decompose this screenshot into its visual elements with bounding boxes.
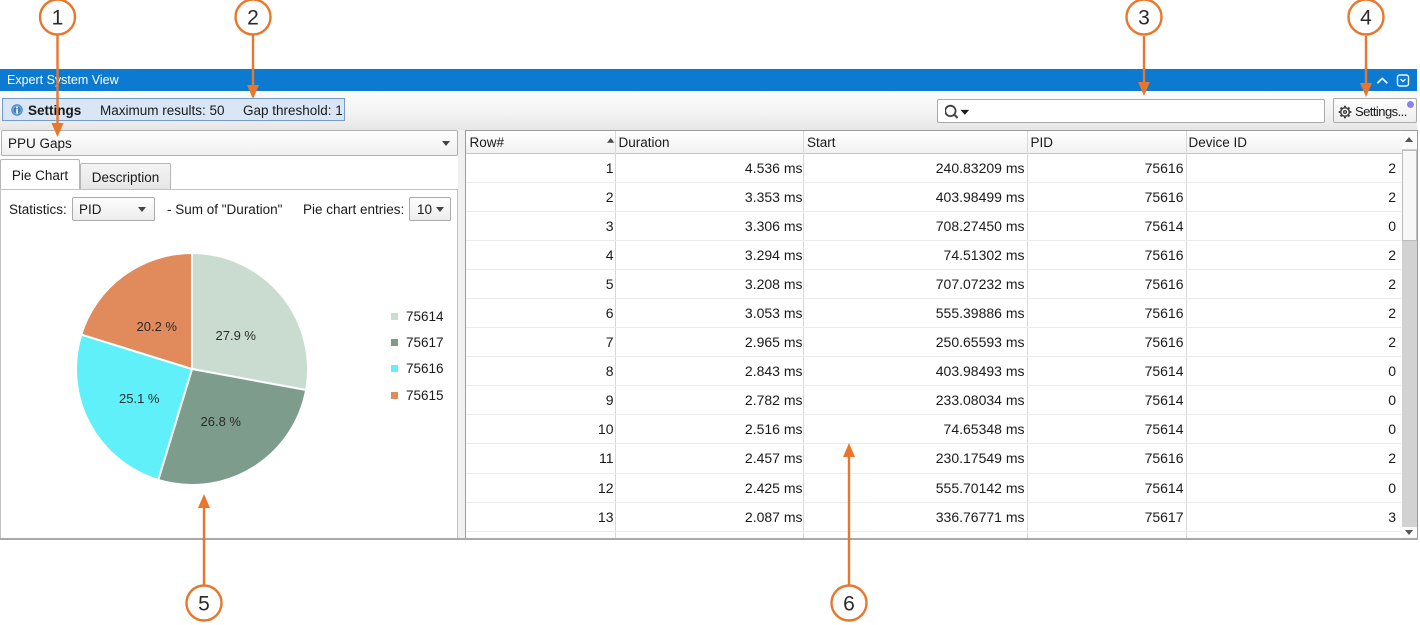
svg-text:4: 4 <box>1360 7 1372 30</box>
svg-text:2: 2 <box>247 7 259 30</box>
svg-text:1: 1 <box>52 7 64 30</box>
svg-text:5: 5 <box>198 593 210 616</box>
svg-text:3: 3 <box>1138 7 1150 30</box>
svg-text:6: 6 <box>843 593 855 616</box>
